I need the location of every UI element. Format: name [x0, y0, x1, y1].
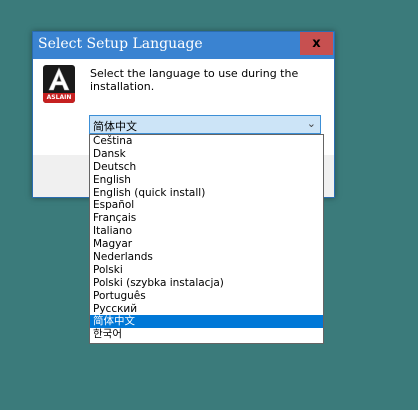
language-option[interactable]: Italiano: [90, 225, 323, 238]
language-select[interactable]: 简体中文 ⌄: [89, 115, 321, 134]
window-title: Select Setup Language: [38, 36, 203, 52]
language-option[interactable]: Dansk: [90, 148, 323, 161]
language-option[interactable]: Čeština: [90, 135, 323, 148]
title-bar[interactable]: Select Setup Language x: [33, 32, 334, 59]
language-option[interactable]: Français: [90, 212, 323, 225]
language-dropdown-list[interactable]: Čeština Dansk Deutsch English English (q…: [89, 134, 324, 344]
logo-band: ASLAIN: [43, 93, 75, 103]
language-option[interactable]: English (quick install): [90, 187, 323, 200]
language-option[interactable]: English: [90, 174, 323, 187]
language-select-value: 简体中文: [93, 120, 137, 133]
close-button[interactable]: x: [300, 32, 333, 55]
chevron-down-icon[interactable]: ⌄: [307, 117, 316, 130]
language-option[interactable]: Nederlands: [90, 251, 323, 264]
language-option[interactable]: Polski (szybka instalacja): [90, 277, 323, 290]
language-option-selected[interactable]: 简体中文: [90, 315, 323, 329]
language-option[interactable]: Português: [90, 290, 323, 303]
instruction-text: Select the language to use during the in…: [90, 67, 299, 93]
language-option[interactable]: 한국어: [90, 328, 323, 341]
language-option[interactable]: Русский: [90, 303, 323, 316]
language-option[interactable]: Polski: [90, 264, 323, 277]
language-option[interactable]: Deutsch: [90, 161, 323, 174]
aslain-logo: ASLAIN: [43, 65, 75, 103]
logo-a-icon: [48, 67, 70, 91]
logo-mark: [43, 65, 75, 93]
language-option[interactable]: Español: [90, 199, 323, 212]
language-option[interactable]: Magyar: [90, 238, 323, 251]
